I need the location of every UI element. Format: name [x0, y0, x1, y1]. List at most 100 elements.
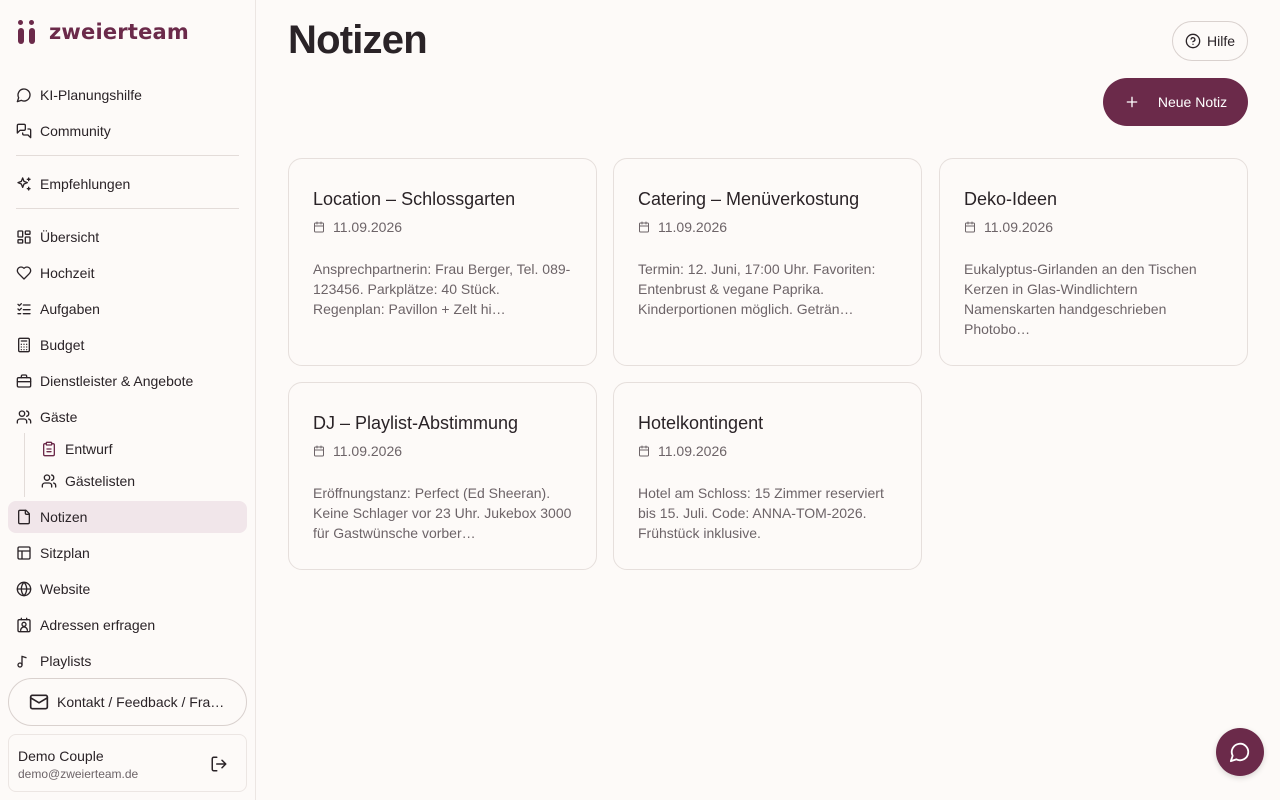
help-button[interactable]: Hilfe: [1172, 21, 1248, 61]
submenu-line: [24, 433, 25, 497]
sidebar-item-label: KI-Planungshilfe: [40, 87, 142, 103]
sidebar-item-label: Hochzeit: [40, 265, 95, 281]
chat-support-button[interactable]: [1216, 728, 1264, 776]
mail-icon: [29, 694, 49, 710]
new-note-label: Neue Notiz: [1157, 94, 1228, 110]
file-icon: [18, 509, 30, 525]
calculator-icon: [18, 337, 30, 353]
sidebar-item-label: Aufgaben: [40, 301, 100, 317]
note-date: 11.09.2026: [964, 219, 1223, 235]
user-profile: Demo Couple demo@zweierteam.de: [8, 734, 247, 792]
note-date: 11.09.2026: [313, 219, 572, 235]
note-title: Location – Schlossgarten: [313, 189, 516, 209]
user-name: Demo Couple: [18, 748, 104, 764]
contact-feedback-button[interactable]: Kontakt / Feedback / Fragen: [8, 678, 247, 726]
note-date-text: 11.09.2026: [658, 443, 728, 459]
sidebar-item-label: Übersicht: [40, 229, 100, 245]
chat-bubble-icon: [1229, 742, 1250, 763]
chat-bubble-icon: [16, 88, 31, 103]
clipboard-icon: [43, 441, 55, 457]
sidebar-item-adressen[interactable]: Adressen erfragen: [8, 609, 247, 641]
sidebar-item-hochzeit[interactable]: Hochzeit: [8, 257, 247, 289]
calendar-icon: [639, 221, 649, 233]
sidebar-item-label: Community: [40, 123, 111, 139]
note-card[interactable]: DJ – Playlist-Abstimmung 11.09.2026 Eröf…: [288, 382, 597, 570]
sidebar-item-label: Playlists: [40, 653, 92, 669]
note-preview: Termin: 12. Juni, 17:00 Uhr. Favoriten: …: [638, 261, 876, 317]
note-date: 11.09.2026: [638, 219, 897, 235]
sidebar-item-ki-planungshilfe[interactable]: KI-Planungshilfe: [8, 79, 247, 111]
note-card[interactable]: Hotelkontingent 11.09.2026 Hotel am Schl…: [613, 382, 922, 570]
calendar-icon: [965, 221, 975, 233]
messages-icon: [16, 123, 32, 139]
heart-icon: [16, 266, 32, 280]
user-email: demo@zweierteam.de: [18, 767, 139, 781]
sidebar-item-label: Sitzplan: [40, 545, 90, 561]
sidebar-item-label: Dienstleister & Angebote: [40, 373, 194, 389]
note-date: 11.09.2026: [313, 443, 572, 459]
note-preview: Eröffnungstanz: Perfect (Ed Sheeran). Ke…: [313, 485, 572, 541]
new-note-button[interactable]: Neue Notiz: [1103, 78, 1248, 126]
sidebar-item-label: Notizen: [40, 509, 88, 525]
music-note-icon: [17, 655, 27, 668]
sidebar-item-uebersicht[interactable]: Übersicht: [8, 221, 247, 253]
calendar-icon: [314, 445, 324, 457]
sidebar-item-entwurf[interactable]: Entwurf: [33, 433, 247, 465]
note-title: DJ – Playlist-Abstimmung: [313, 413, 519, 433]
sidebar-item-label: Website: [40, 581, 91, 597]
contact-feedback-label: Kontakt / Feedback / Fragen: [57, 694, 230, 710]
note-preview: Ansprechpartnerin: Frau Berger, Tel. 089…: [313, 261, 571, 317]
sidebar-item-label: Gästelisten: [65, 473, 136, 489]
sidebar-item-community[interactable]: Community: [8, 115, 247, 147]
sidebar-item-label: Budget: [40, 337, 85, 353]
note-card[interactable]: Location – Schlossgarten 11.09.2026 Ansp…: [288, 158, 597, 366]
sidebar-item-label: Entwurf: [65, 441, 113, 457]
calendar-icon: [314, 221, 324, 233]
sidebar-item-dienstleister[interactable]: Dienstleister & Angebote: [8, 365, 247, 397]
note-preview: Hotel am Schloss: 15 Zimmer reserviert b…: [638, 485, 884, 541]
sidebar-item-playlists[interactable]: Playlists: [8, 645, 247, 677]
note-title: Catering – Menüverkostung: [638, 189, 860, 209]
sidebar-item-label: Gäste: [40, 409, 78, 425]
page-title: Notizen: [288, 18, 428, 62]
note-preview: Eukalyptus-Girlanden an den Tischen Kerz…: [964, 261, 1197, 337]
app-logo[interactable]: zweierteam: [17, 20, 189, 44]
note-title: Deko-Ideen: [964, 189, 1058, 209]
sidebar-item-empfehlungen[interactable]: Empfehlungen: [8, 168, 247, 200]
note-date-text: 11.09.2026: [984, 219, 1054, 235]
logout-icon[interactable]: [210, 755, 228, 773]
calendar-icon: [639, 445, 649, 457]
sidebar-item-sitzplan[interactable]: Sitzplan: [8, 537, 247, 569]
sparkles-icon: [17, 177, 31, 191]
note-date-text: 11.09.2026: [333, 443, 403, 459]
sidebar-item-aufgaben[interactable]: Aufgaben: [8, 293, 247, 325]
sidebar: zweierteam KI-Planungshilfe Community Em…: [0, 0, 256, 800]
users-icon: [41, 474, 57, 488]
task-list-icon: [17, 303, 31, 315]
note-date: 11.09.2026: [638, 443, 897, 459]
dashboard-icon: [17, 230, 31, 244]
app-name: zweierteam: [49, 20, 189, 44]
sidebar-item-gaeste[interactable]: Gäste: [8, 401, 247, 433]
briefcase-icon: [16, 374, 32, 388]
sidebar-item-gaestelisten[interactable]: Gästelisten: [33, 465, 247, 497]
note-card[interactable]: Deko-Ideen 11.09.2026 Eukalyptus-Girland…: [939, 158, 1248, 366]
users-icon: [16, 410, 32, 424]
contact-card-icon: [17, 617, 31, 633]
sidebar-item-website[interactable]: Website: [8, 573, 247, 605]
note-card[interactable]: Catering – Menüverkostung 11.09.2026 Ter…: [613, 158, 922, 366]
globe-icon: [16, 581, 32, 597]
note-date-text: 11.09.2026: [658, 219, 728, 235]
note-date-text: 11.09.2026: [333, 219, 403, 235]
divider: [16, 208, 239, 209]
sidebar-item-budget[interactable]: Budget: [8, 329, 247, 361]
sidebar-item-label: Adressen erfragen: [40, 617, 156, 633]
logo-mark-icon: [17, 20, 39, 44]
sidebar-item-notizen[interactable]: Notizen: [8, 501, 247, 533]
help-circle-icon: [1185, 33, 1201, 49]
sidebar-item-label: Empfehlungen: [40, 176, 131, 192]
help-label: Hilfe: [1206, 33, 1235, 49]
divider: [16, 155, 239, 156]
note-title: Hotelkontingent: [638, 413, 764, 433]
layout-icon: [17, 546, 31, 560]
